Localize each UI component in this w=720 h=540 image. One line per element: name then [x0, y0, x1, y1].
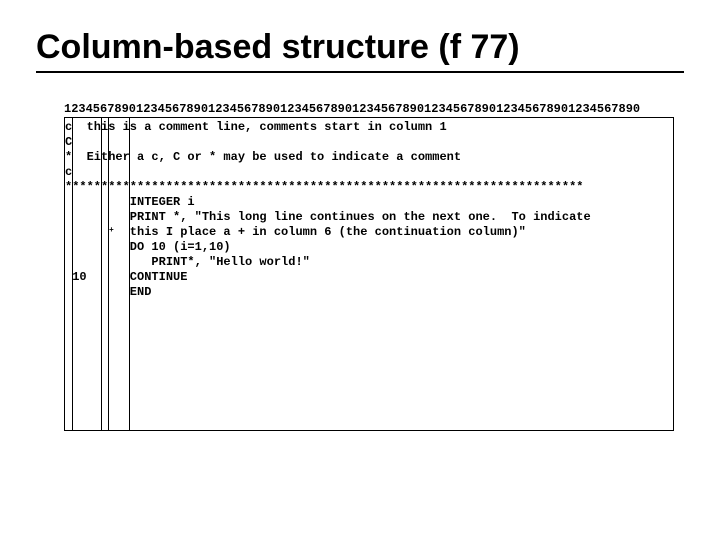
code-line: C	[65, 135, 72, 149]
code-line: c this is a comment line, comments start…	[65, 120, 447, 134]
continuation-plus: +	[109, 226, 114, 235]
code-line: 10 CONTINUE	[65, 270, 187, 284]
slide: Column-based structure (f 77) 1234567890…	[0, 0, 720, 540]
title-underline: Column-based structure (f 77)	[36, 28, 684, 73]
code-box: c this is a comment line, comments start…	[64, 117, 674, 431]
code-listing: c this is a comment line, comments start…	[65, 120, 673, 300]
code-line: PRINT *, "This long line continues on th…	[65, 210, 591, 224]
code-line: DO 10 (i=1,10)	[65, 240, 231, 254]
code-line: PRINT*, "Hello world!"	[65, 255, 310, 269]
code-line: this I place a + in column 6 (the contin…	[65, 225, 526, 239]
column-ruler: 1234567890123456789012345678901234567890…	[64, 103, 684, 115]
code-line: INTEGER i	[65, 195, 195, 209]
code-line: ****************************************…	[65, 180, 583, 194]
code-line: END	[65, 285, 151, 299]
code-line: c	[65, 165, 72, 179]
page-title: Column-based structure (f 77)	[36, 28, 684, 67]
code-line: * Either a c, C or * may be used to indi…	[65, 150, 461, 164]
